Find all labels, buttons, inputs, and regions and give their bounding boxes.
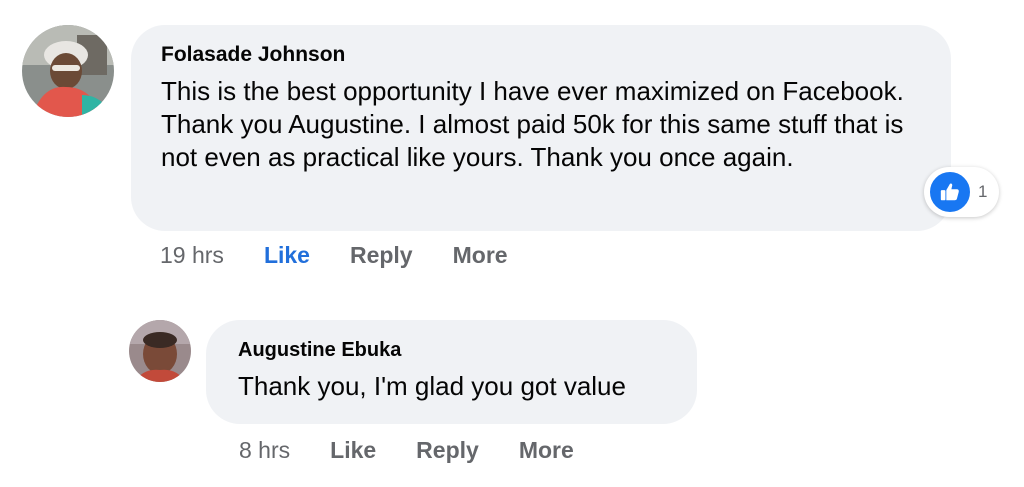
comment-author[interactable]: Folasade Johnson (161, 41, 921, 69)
comment-author[interactable]: Augustine Ebuka (238, 336, 665, 364)
comment-actions: 19 hrs Like Reply More (160, 242, 548, 269)
more-button[interactable]: More (453, 242, 508, 269)
like-button[interactable]: Like (330, 437, 376, 464)
avatar-image (22, 25, 114, 117)
comment-text: This is the best opportunity I have ever… (161, 76, 904, 172)
reply-button[interactable]: Reply (416, 437, 479, 464)
avatar[interactable] (129, 320, 191, 382)
comment-timestamp[interactable]: 19 hrs (160, 242, 224, 269)
avatar-image (129, 320, 191, 382)
thumbs-up-icon (928, 170, 972, 214)
comment-text: Thank you, I'm glad you got value (238, 371, 626, 401)
reply-button[interactable]: Reply (350, 242, 413, 269)
avatar[interactable] (22, 25, 114, 117)
reaction-summary[interactable]: 1 (924, 167, 1000, 217)
comment-timestamp[interactable]: 8 hrs (239, 437, 290, 464)
more-button[interactable]: More (519, 437, 574, 464)
like-button[interactable]: Like (264, 242, 310, 269)
reply-bubble: Augustine Ebuka Thank you, I'm glad you … (206, 320, 697, 424)
reply-actions: 8 hrs Like Reply More (239, 437, 614, 464)
comment-bubble: Folasade Johnson This is the best opport… (131, 25, 951, 231)
reaction-count: 1 (978, 182, 988, 201)
